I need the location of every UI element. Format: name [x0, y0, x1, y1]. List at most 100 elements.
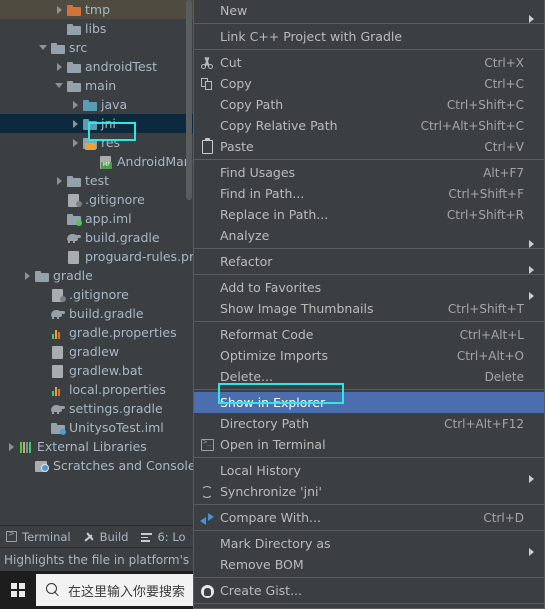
gradle-file-icon — [50, 306, 66, 322]
menu-item-label: Optimize Imports — [220, 348, 329, 363]
tree-node-scratches-and-consoles[interactable]: Scratches and Consoles — [0, 456, 193, 475]
project-tree-panel[interactable]: tmp libs src androidTest main java jni res MF And… — [0, 0, 193, 525]
menu-item-open-in-terminal[interactable]: Open in Terminal — [194, 434, 544, 455]
chevron-right-icon[interactable] — [54, 175, 65, 186]
menu-item-find-usages[interactable]: Find Usages Alt+F7 — [194, 162, 544, 183]
tree-node-gitignore[interactable]: .gitignore — [0, 285, 193, 304]
tree-node-gitignore[interactable]: .gitignore — [0, 190, 193, 209]
menu-item-copy-path[interactable]: Copy Path Ctrl+Shift+C — [194, 94, 544, 115]
chevron-down-icon[interactable] — [38, 42, 49, 53]
menu-item-shortcut: Ctrl+Alt+Shift+C — [420, 118, 524, 133]
tree-node-local-properties[interactable]: local.properties — [0, 380, 193, 399]
context-menu[interactable]: New Link C++ Project with Gradle Cut Ctrl+X… — [193, 0, 545, 609]
file-icon — [50, 363, 66, 379]
chevron-right-icon[interactable] — [54, 61, 65, 72]
tree-twisty-placeholder — [54, 23, 65, 34]
tree-node-unitysotest-iml[interactable]: UnitysoTest.iml — [0, 418, 193, 437]
menu-item-compare-with[interactable]: Compare With... Ctrl+D — [194, 507, 544, 528]
terminal-icon — [198, 437, 216, 453]
tree-node-label: local.properties — [69, 382, 166, 397]
menu-item-label: Add to Favorites — [220, 280, 322, 295]
menu-item-shortcut: Ctrl+D — [483, 510, 524, 525]
tree-node-java[interactable]: java — [0, 95, 193, 114]
menu-item-label: Reformat Code — [220, 327, 314, 342]
menu-icon-placeholder — [198, 254, 216, 270]
menu-item-shortcut: Ctrl+Alt+L — [459, 327, 524, 342]
menu-item-find-in-path[interactable]: Find in Path... Ctrl+Shift+F — [194, 183, 544, 204]
tree-node-tmp[interactable]: tmp — [0, 0, 193, 19]
tree-node-androidmanife[interactable]: MFAndroidManife — [0, 152, 193, 171]
tool-window-label: 6: Lo — [157, 529, 186, 544]
menu-item-shortcut: Ctrl+Shift+F — [448, 186, 524, 201]
tree-node-build-gradle[interactable]: build.gradle — [0, 228, 193, 247]
menu-item-label: Open in Terminal — [220, 437, 326, 452]
tool-window-bar[interactable]: Terminal Build 6: Lo — [0, 525, 193, 547]
menu-item-replace-in-path[interactable]: Replace in Path... Ctrl+Shift+R — [194, 204, 544, 225]
menu-item-new[interactable]: New — [194, 0, 544, 23]
menu-item-remove-bom[interactable]: Remove BOM — [194, 554, 544, 575]
tree-node-gradle[interactable]: gradle — [0, 266, 193, 285]
tree-node-test[interactable]: test — [0, 171, 193, 190]
menu-item-show-in-explorer[interactable]: Show in Explorer — [194, 392, 544, 413]
tree-node-libs[interactable]: libs — [0, 19, 193, 38]
tool-window-build[interactable]: Build — [78, 530, 136, 544]
start-button[interactable] — [0, 571, 36, 609]
menu-item-show-image-thumbnails[interactable]: Show Image Thumbnails Ctrl+Shift+T — [194, 298, 544, 319]
tree-twisty-placeholder — [22, 460, 33, 471]
tree-node-app-iml[interactable]: app.iml — [0, 209, 193, 228]
tree-node-main[interactable]: main — [0, 76, 193, 95]
menu-item-label: Compare With... — [220, 510, 321, 525]
menu-item-reformat-code[interactable]: Reformat Code Ctrl+Alt+L — [194, 324, 544, 345]
tree-scrollbar[interactable] — [186, 0, 192, 525]
menu-item-link-c-project-with-gradle[interactable]: Link C++ Project with Gradle — [194, 26, 544, 47]
tree-node-gradlew[interactable]: gradlew — [0, 342, 193, 361]
menu-item-analyze[interactable]: Analyze — [194, 225, 544, 248]
menu-item-shortcut: Ctrl+Shift+C — [446, 97, 524, 112]
chevron-right-icon[interactable] — [6, 441, 17, 452]
tool-window-terminal[interactable]: Terminal — [0, 529, 78, 544]
menu-icon-placeholder — [198, 280, 216, 296]
tree-node-external-libraries[interactable]: External Libraries — [0, 437, 193, 456]
menu-separator — [194, 274, 544, 275]
chevron-down-icon[interactable] — [54, 80, 65, 91]
tree-node-src[interactable]: src — [0, 38, 193, 57]
chevron-right-icon[interactable] — [70, 99, 81, 110]
github-icon — [198, 583, 216, 599]
tree-node-build-gradle[interactable]: build.gradle — [0, 304, 193, 323]
menu-item-synchronize-jni[interactable]: Synchronize 'jni' — [194, 481, 544, 502]
menu-item-optimize-imports[interactable]: Optimize Imports Ctrl+Alt+O — [194, 345, 544, 366]
menu-item-delete[interactable]: Delete... Delete — [194, 366, 544, 387]
menu-item-mark-directory-as[interactable]: Mark Directory as — [194, 533, 544, 556]
tree-node-jni[interactable]: jni — [0, 114, 193, 133]
chevron-right-icon[interactable] — [70, 137, 81, 148]
menu-item-directory-path[interactable]: Directory Path Ctrl+Alt+F12 — [194, 413, 544, 434]
menu-item-label: Local History — [220, 463, 301, 478]
menu-item-add-to-favorites[interactable]: Add to Favorites — [194, 277, 544, 300]
menu-item-local-history[interactable]: Local History — [194, 460, 544, 483]
tree-node-androidtest[interactable]: androidTest — [0, 57, 193, 76]
chevron-right-icon[interactable] — [22, 270, 33, 281]
chevron-right-icon[interactable] — [54, 4, 65, 15]
tree-scrollbar-thumb[interactable] — [186, 0, 192, 200]
tree-node-gradle-properties[interactable]: gradle.properties — [0, 323, 193, 342]
menu-item-shortcut: Ctrl+Alt+O — [456, 348, 524, 363]
tree-node-settings-gradle[interactable]: settings.gradle — [0, 399, 193, 418]
menu-item-paste[interactable]: Paste Ctrl+V — [194, 136, 544, 157]
chevron-right-icon[interactable] — [70, 118, 81, 129]
tool-window-6-lo[interactable]: 6: Lo — [135, 530, 192, 544]
menu-item-create-gist[interactable]: Create Gist... — [194, 580, 544, 601]
menu-item-shortcut: Ctrl+C — [484, 76, 524, 91]
external-libraries-icon — [18, 439, 34, 455]
tree-node-label: .gitignore — [69, 287, 129, 302]
menu-item-cut[interactable]: Cut Ctrl+X — [194, 52, 544, 73]
menu-item-copy-relative-path[interactable]: Copy Relative Path Ctrl+Alt+Shift+C — [194, 115, 544, 136]
menu-icon-placeholder — [198, 97, 216, 113]
folder-icon — [66, 59, 82, 75]
tree-node-gradlew-bat[interactable]: gradlew.bat — [0, 361, 193, 380]
tree-node-res[interactable]: res — [0, 133, 193, 152]
menu-item-refactor[interactable]: Refactor — [194, 251, 544, 274]
tree-node-proguard-rules-pro[interactable]: proguard-rules.pro — [0, 247, 193, 266]
menu-icon-placeholder — [198, 557, 216, 573]
menu-item-copy[interactable]: Copy Ctrl+C — [194, 73, 544, 94]
menu-item-label: Find Usages — [220, 165, 296, 180]
